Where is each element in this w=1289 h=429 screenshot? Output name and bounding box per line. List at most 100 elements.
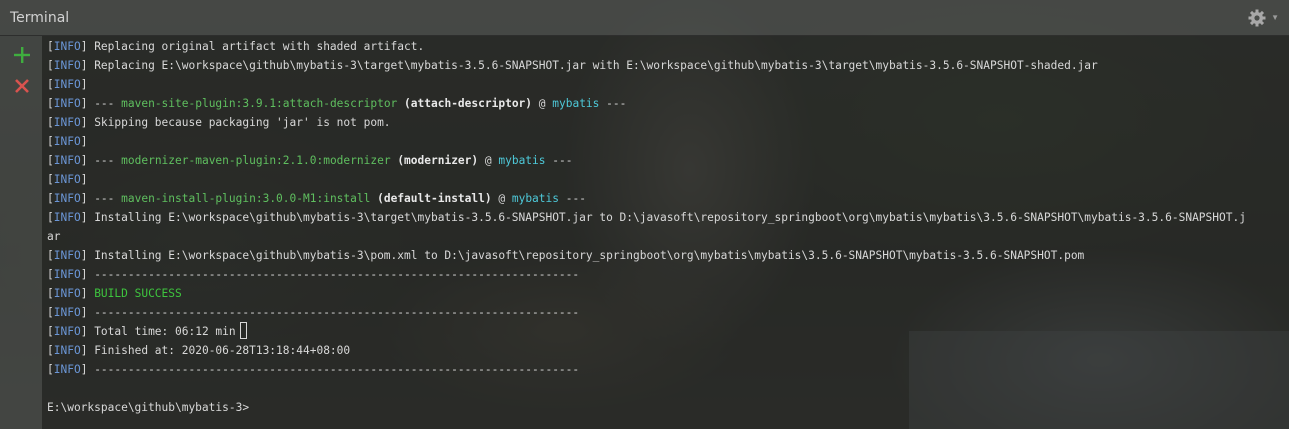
log-level-tag: INFO (53, 211, 81, 224)
bracket: [ (47, 363, 54, 376)
chevron-down-icon[interactable]: ▼ (1271, 13, 1279, 22)
terminal-line: [INFO] --- maven-site-plugin:3.9.1:attac… (47, 94, 1289, 113)
bracket: [ (47, 97, 54, 110)
log-level-tag: INFO (53, 344, 81, 357)
prompt-text: ar (47, 230, 61, 243)
terminal-line: [INFO] Finished at: 2020-06-28T13:18:44+… (47, 341, 1289, 360)
log-level-tag: INFO (53, 173, 81, 186)
terminal-title-bar: Terminal ▼ (0, 0, 1289, 36)
log-level-tag: INFO (53, 325, 81, 338)
bracket: [ (47, 287, 54, 300)
window-title: Terminal (10, 10, 70, 26)
terminal-line: [INFO] Replacing E:\workspace\github\myb… (47, 56, 1289, 75)
terminal-line: [INFO] Skipping because packaging 'jar' … (47, 113, 1289, 132)
terminal-line: [INFO] Installing E:\workspace\github\my… (47, 246, 1289, 265)
bracket: ] (80, 154, 95, 167)
separator-text: --- (94, 97, 122, 110)
log-text: Total time: 06:12 min (94, 325, 236, 338)
bracket: ] (80, 363, 95, 376)
bracket: ] (80, 135, 95, 148)
separator-text: --- (559, 192, 586, 205)
log-level-tag: INFO (53, 97, 81, 110)
log-text: ----------------------------------------… (94, 363, 580, 376)
at-sign: @ (491, 192, 512, 205)
terminal-line: [INFO] Replacing original artifact with … (47, 37, 1289, 56)
bracket: [ (47, 192, 54, 205)
text-cursor (239, 322, 247, 339)
log-level-tag: INFO (53, 135, 81, 148)
at-sign: @ (532, 97, 553, 110)
terminal-lines: [INFO] Replacing original artifact with … (47, 37, 1289, 417)
log-text: Installing E:\workspace\github\mybatis-3… (94, 211, 1246, 224)
bracket: [ (47, 306, 54, 319)
log-level-tag: INFO (53, 192, 81, 205)
bracket: [ (47, 40, 54, 53)
terminal-line: [INFO] (47, 75, 1289, 94)
execution-id: (attach-descriptor) (404, 97, 533, 110)
bracket: ] (80, 173, 95, 186)
bracket: ] (80, 249, 95, 262)
terminal-line: E:\workspace\github\mybatis-3> (47, 398, 1289, 417)
terminal-line: [INFO] --- maven-install-plugin:3.0.0-M1… (47, 189, 1289, 208)
terminal-line: [INFO] ---------------------------------… (47, 360, 1289, 379)
terminal-line: [INFO] (47, 170, 1289, 189)
log-level-tag: INFO (53, 116, 81, 129)
bracket: ] (80, 287, 95, 300)
bracket: ] (80, 78, 95, 91)
terminal-line: ar (47, 227, 1289, 246)
bracket: [ (47, 268, 54, 281)
separator-text: --- (599, 97, 627, 110)
terminal-toolbar (0, 36, 42, 429)
bracket: [ (47, 325, 54, 338)
log-level-tag: INFO (53, 287, 81, 300)
bracket: ] (80, 306, 95, 319)
terminal-line: [INFO] Installing E:\workspace\github\my… (47, 208, 1289, 227)
project-name: mybatis (498, 154, 546, 167)
bracket: [ (47, 78, 54, 91)
log-level-tag: INFO (53, 249, 81, 262)
log-level-tag: INFO (53, 268, 81, 281)
project-name: mybatis (552, 97, 600, 110)
bracket: [ (47, 344, 54, 357)
terminal-line: [INFO] ---------------------------------… (47, 265, 1289, 284)
execution-id: (modernizer) (397, 154, 479, 167)
close-icon[interactable] (12, 76, 32, 96)
bracket: ] (80, 325, 95, 338)
bracket: [ (47, 135, 54, 148)
log-level-tag: INFO (53, 306, 81, 319)
log-text: ----------------------------------------… (94, 306, 580, 319)
separator-text: --- (94, 154, 122, 167)
log-text: Finished at: 2020-06-28T13:18:44+08:00 (94, 344, 351, 357)
terminal-line: [INFO] --- modernizer-maven-plugin:2.1.0… (47, 151, 1289, 170)
log-level-tag: INFO (53, 59, 81, 72)
terminal-line: [INFO] ---------------------------------… (47, 303, 1289, 322)
bracket: ] (80, 344, 95, 357)
plugin-goal: modernizer-maven-plugin:2.1.0:modernizer (121, 154, 391, 167)
terminal-output[interactable]: [INFO] Replacing original artifact with … (42, 36, 1289, 429)
bracket: ] (80, 268, 95, 281)
separator-text: --- (545, 154, 573, 167)
log-text: Replacing original artifact with shaded … (94, 40, 425, 53)
bracket: ] (80, 40, 95, 53)
bracket: ] (80, 59, 95, 72)
log-level-tag: INFO (53, 40, 81, 53)
plugin-goal: maven-install-plugin:3.0.0-M1:install (121, 192, 371, 205)
bracket: ] (80, 116, 95, 129)
log-text: Replacing E:\workspace\github\mybatis-3\… (94, 59, 1098, 72)
bracket: [ (47, 116, 54, 129)
bracket: [ (47, 59, 54, 72)
bracket: [ (47, 211, 54, 224)
gear-icon[interactable] (1247, 8, 1267, 28)
log-level-tag: INFO (53, 154, 81, 167)
log-text: ----------------------------------------… (94, 268, 580, 281)
prompt-text: E:\workspace\github\mybatis-3> (47, 401, 250, 414)
log-text: Installing E:\workspace\github\mybatis-3… (94, 249, 1085, 262)
plugin-goal: maven-site-plugin:3.9.1:attach-descripto… (121, 97, 398, 110)
plus-icon[interactable] (12, 45, 32, 65)
log-text: Skipping because packaging 'jar' is not … (94, 116, 391, 129)
bracket: ] (80, 211, 95, 224)
bracket: ] (80, 97, 95, 110)
project-name: mybatis (511, 192, 559, 205)
log-level-tag: INFO (53, 363, 81, 376)
bracket: [ (47, 173, 54, 186)
